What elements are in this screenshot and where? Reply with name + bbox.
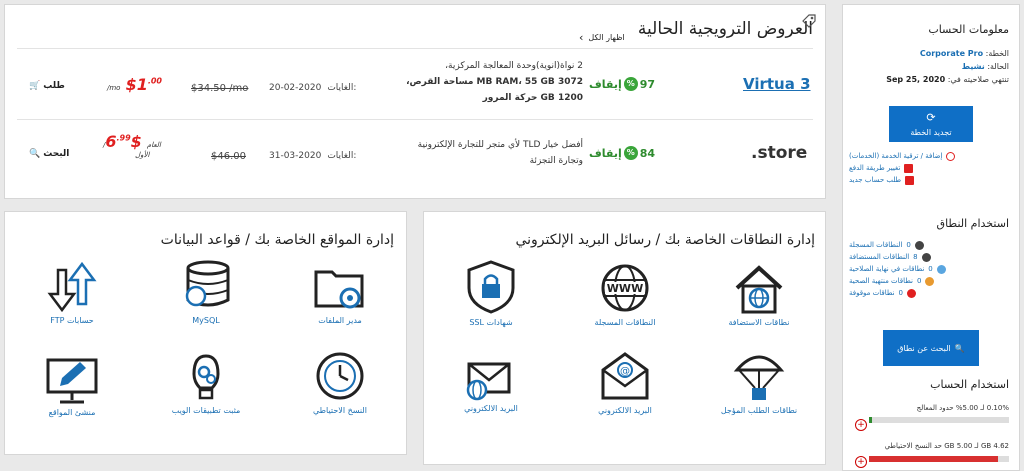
promotions-panel: العروض الترويجية الحالية ‹ اظهار الكل Vi… (4, 4, 826, 199)
ssl-shield-icon (467, 260, 515, 314)
bulb-gears-icon (192, 354, 220, 400)
domain-usage-title: استخدام النطاق (936, 217, 1009, 230)
ftp-arrows-icon (47, 261, 97, 313)
tile-email[interactable]: @ البريد الالكتروني (580, 348, 670, 415)
globe-icon (936, 264, 946, 274)
account-links: إضافة / ترقية الخدمة (الخدمات) تغيير طري… (849, 150, 1009, 186)
monitor-pencil-icon (46, 358, 98, 404)
parachute-icon (733, 355, 785, 400)
cpu-usage-text: 0.10% لـ 5.00% حدود المعالج (916, 404, 1009, 412)
renew-plan-button[interactable]: ⟳ تجديد الخطة (889, 106, 973, 142)
tag-icon (802, 14, 816, 28)
email-globe-icon (466, 362, 511, 401)
percent-icon: % (623, 77, 638, 91)
refresh-icon: ⟳ (926, 111, 936, 124)
tile-web-app-installer[interactable]: مثبت تطبيقات الويب (161, 348, 251, 415)
show-all-link[interactable]: ‹ اظهار الكل (579, 31, 625, 44)
add-upgrade-link[interactable]: إضافة / ترقية الخدمة (الخدمات) (849, 150, 1009, 162)
brand-virtua3[interactable]: Virtua 3 (743, 75, 811, 93)
plus-circle-icon (946, 151, 956, 161)
house-globe-icon (735, 265, 783, 314)
tile-registered-domains[interactable]: WWW النطاقات المسجلة (580, 260, 670, 327)
tile-file-manager[interactable]: مدير الملفات (295, 260, 385, 325)
sites-panel-title: إدارة المواقع الخاصة بك / قواعد البيانات (160, 232, 394, 248)
usage-item[interactable]: 0 نطاقات موقوفة (849, 287, 1009, 299)
cpu-usage-bar (869, 417, 1009, 423)
backup-clock-icon (316, 352, 364, 400)
tile-backup[interactable]: النسخ الاحتياطي (295, 348, 385, 415)
account-info-title: معلومات الحساب (928, 23, 1009, 36)
brand-store[interactable]: .store (751, 143, 807, 163)
account-sidebar: معلومات الحساب الخطة: Corporate Pro الحا… (842, 4, 1020, 471)
percent-icon: % (623, 146, 638, 160)
svg-text:WWW: WWW (607, 282, 643, 295)
tile-mysql[interactable]: MySQL (161, 258, 251, 325)
order-button[interactable]: 🛒 طلب (29, 81, 65, 91)
account-usage-title: استخدام الحساب (930, 378, 1009, 391)
tile-site-builder[interactable]: منشئ المواقع (27, 354, 117, 417)
new-price: /mo $1.00 (107, 75, 162, 94)
globe-icon (914, 240, 924, 250)
backup-usage-bar (869, 456, 1009, 462)
plus-circle-icon[interactable]: + (855, 419, 867, 431)
cpu-usage-fill (869, 417, 872, 423)
change-payment-link[interactable]: تغيير طريقة الدفع (849, 162, 1009, 174)
svg-text:@: @ (620, 366, 630, 377)
list-icon (905, 175, 915, 185)
cart-icon: 🛒 (29, 81, 41, 91)
promotions-title: العروض الترويجية الحالية (637, 19, 813, 39)
search-domain-button[interactable]: 🔍 البحث (29, 149, 69, 159)
offer-description: 2 نواة(انوية)وحدة المعالجة المركزية، 307… (406, 61, 583, 103)
account-details: الخطة: Corporate Pro الحالة: نشيط تنتهي … (886, 49, 1009, 84)
database-icon (185, 260, 230, 307)
search-domain-sidebar-button[interactable]: البحث عن نطاق 🔍 (883, 330, 979, 366)
new-price: /العام $6.99 الأول (103, 132, 161, 159)
old-price: $46.00 (211, 151, 246, 162)
usage-item[interactable]: 8 النطاقات المستضافة (849, 251, 1009, 263)
domain-usage-list: 0 النطاقات المسجلة 8 النطاقات المستضافة 0ن… (849, 239, 1009, 299)
chevron-left-icon: ‹ (579, 31, 584, 44)
tile-ftp-accounts[interactable]: حسابات FTP (27, 258, 117, 325)
usage-item[interactable]: 0 النطاقات المسجلة (849, 239, 1009, 251)
domains-email-panel: إدارة النطاقات الخاصة بك / رسائل البريد … (423, 211, 826, 465)
globe-icon (925, 276, 935, 286)
offer-description: أفضل خيار TLD لأي متجر للتجارة الإلكترون… (417, 140, 583, 166)
search-icon: 🔍 (954, 343, 965, 353)
discount-badge: إيقاف % 84 (589, 146, 656, 160)
divider (17, 119, 813, 120)
globe-icon (921, 252, 931, 262)
offer-until: 31-03-2020 الغايات: (269, 151, 357, 161)
tile-backorder-domains[interactable]: نطاقات الطلب المؤجل (714, 348, 804, 415)
usage-item[interactable]: 0 نطاقات منتهية الصحية (849, 275, 1009, 287)
divider (17, 48, 813, 49)
usage-item[interactable]: 0 نطاقات في نهاية الصلاحية (849, 263, 1009, 275)
folder-gear-icon (314, 270, 364, 309)
tile-email-2[interactable]: البريد الالكتروني (446, 350, 536, 413)
backup-usage-fill (869, 456, 998, 462)
old-price: $34.50 /mo (191, 83, 249, 94)
www-globe-icon: WWW (601, 264, 649, 312)
offer-until: 20-02-2020 الغايات: (269, 83, 357, 93)
search-icon: 🔍 (29, 149, 41, 159)
tile-hosted-domains[interactable]: نطاقات الاستضافة (714, 260, 804, 327)
sliders-icon (904, 163, 914, 173)
globe-icon (907, 288, 917, 298)
backup-usage-text: 4.62 GB لـ 5.00 GB حد النسخ الاحتياطي (884, 442, 1009, 450)
new-account-link[interactable]: طلب حساب جديد (849, 174, 1009, 186)
tile-ssl-certificates[interactable]: شهادات SSL (446, 258, 536, 327)
discount-badge: إيقاف % 97 (589, 77, 656, 91)
plus-circle-icon[interactable]: + (855, 456, 867, 468)
domains-panel-title: إدارة النطاقات الخاصة بك / رسائل البريد … (515, 232, 815, 248)
email-at-icon: @ (601, 352, 649, 400)
sites-databases-panel: إدارة المواقع الخاصة بك / قواعد البيانات… (4, 211, 407, 455)
